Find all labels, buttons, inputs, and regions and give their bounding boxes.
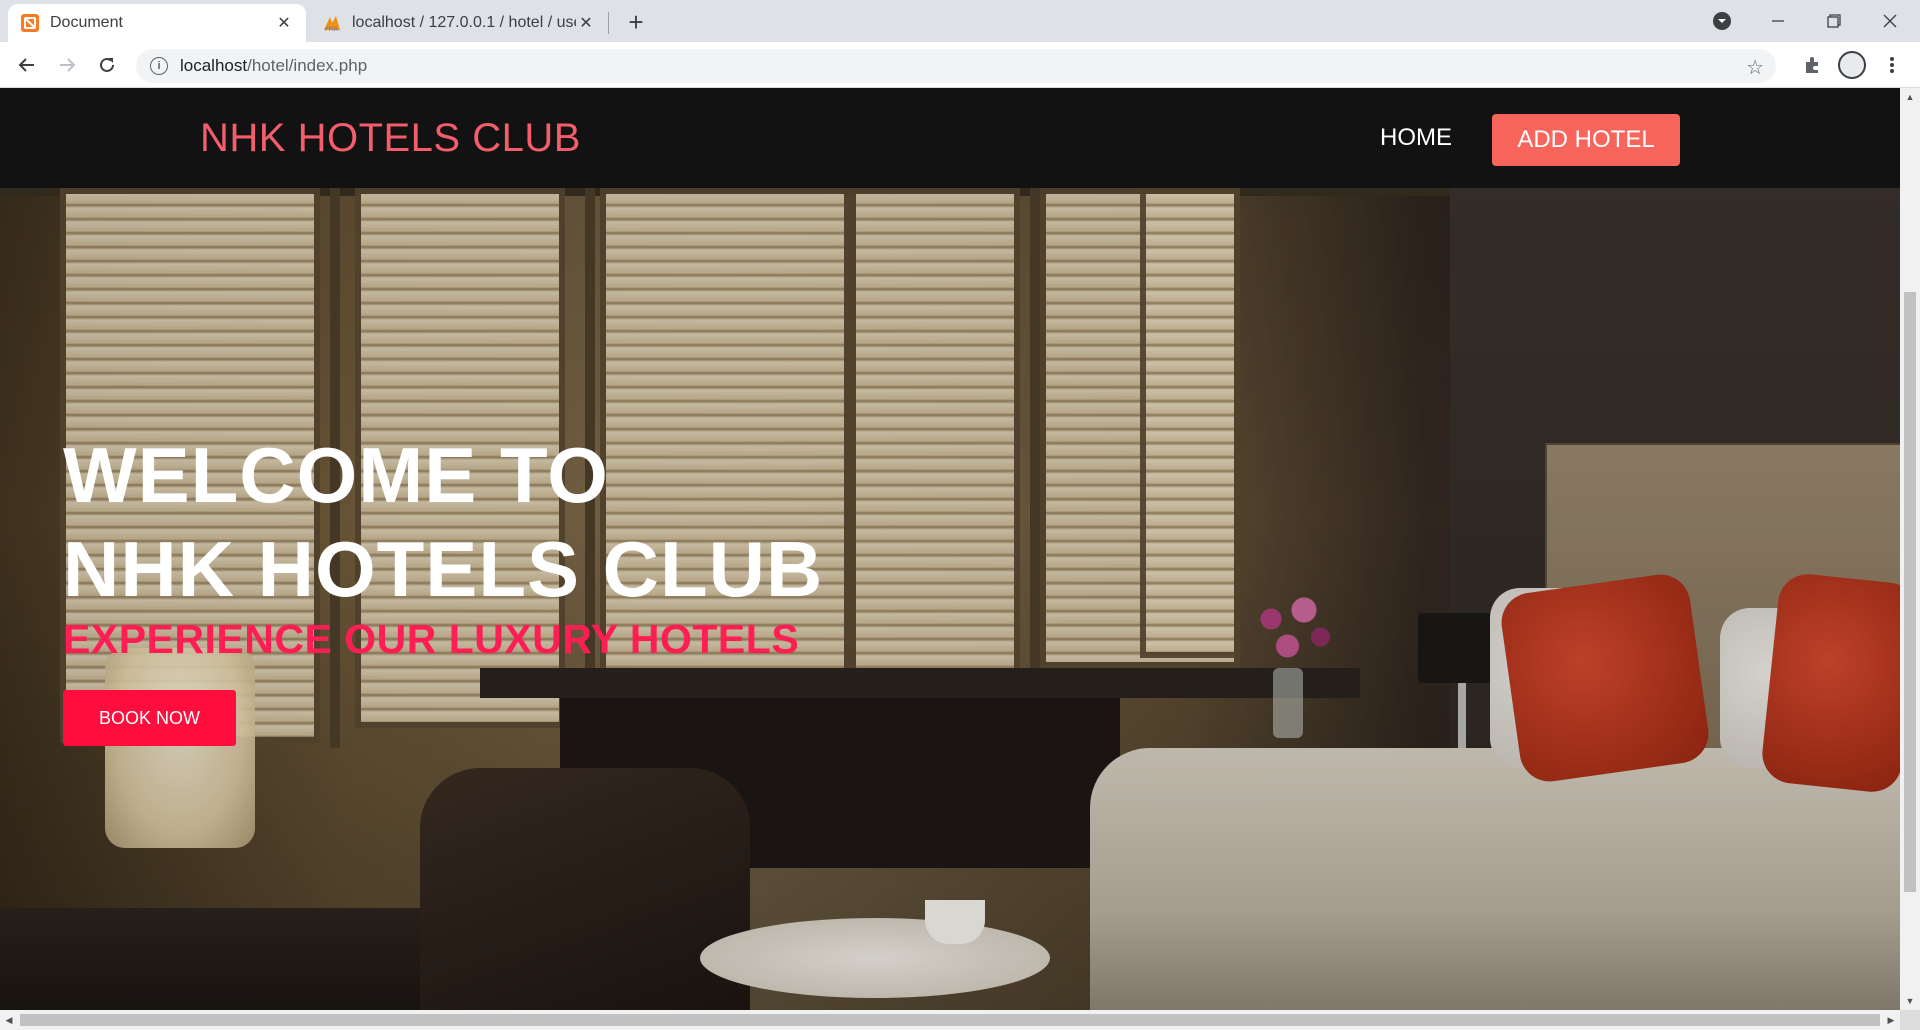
scrollbar-corner (1900, 1010, 1920, 1030)
svg-text:PMA: PMA (325, 26, 339, 32)
vertical-scroll-thumb[interactable] (1904, 292, 1916, 892)
tab-phpmyadmin[interactable]: PMA localhost / 127.0.0.1 / hotel / use … (310, 4, 608, 42)
menu-icon[interactable] (1877, 50, 1907, 80)
horizontal-scrollbar[interactable]: ◀ ▶ (0, 1010, 1900, 1030)
tab-separator (608, 12, 609, 34)
site-brand[interactable]: NHK HOTELS CLUB (200, 116, 581, 161)
hero-subtitle: EXPERIENCE OUR LUXURY HOTELS (63, 616, 800, 662)
profile-avatar[interactable] (1837, 50, 1867, 80)
url-path: /hotel/index.php (247, 56, 368, 75)
close-tab-icon[interactable]: ✕ (576, 13, 596, 33)
forward-icon[interactable] (52, 50, 82, 80)
hero-title: WELCOME TO NHK HOTELS CLUB (63, 428, 823, 616)
tab-title: Document (50, 14, 123, 31)
nav-home-link[interactable]: HOME (1380, 124, 1452, 152)
book-now-button[interactable]: BOOK NOW (63, 690, 236, 746)
scroll-right-icon[interactable]: ▶ (1882, 1010, 1900, 1030)
hero-title-line-1: WELCOME TO (63, 431, 609, 519)
add-hotel-button[interactable]: ADD HOTEL (1492, 114, 1680, 166)
browser-toolbar: i localhost/hotel/index.php ☆ (0, 42, 1920, 88)
tab-document[interactable]: Document ✕ (8, 4, 306, 42)
extensions-icon[interactable] (1797, 50, 1827, 80)
scroll-left-icon[interactable]: ◀ (0, 1010, 18, 1030)
phpmyadmin-icon: PMA (322, 13, 342, 33)
address-bar[interactable]: i localhost/hotel/index.php ☆ (136, 49, 1776, 83)
xampp-icon (20, 13, 40, 33)
close-tab-icon[interactable]: ✕ (274, 13, 294, 33)
back-icon[interactable] (12, 50, 42, 80)
scroll-up-icon[interactable]: ▲ (1900, 88, 1920, 106)
vertical-scrollbar[interactable]: ▲ ▼ (1900, 88, 1920, 1010)
scroll-down-icon[interactable]: ▼ (1900, 992, 1920, 1010)
restore-icon[interactable] (1806, 0, 1862, 42)
tab-title: localhost / 127.0.0.1 / hotel / use (352, 14, 576, 31)
site-info-icon[interactable]: i (150, 57, 168, 75)
bookmark-star-icon[interactable]: ☆ (1746, 55, 1764, 80)
page-viewport: NHK HOTELS CLUB HOME ADD HOTEL WELCOME T… (0, 88, 1900, 1010)
hero-title-line-2: NHK HOTELS CLUB (63, 525, 824, 613)
hero-section: WELCOME TO NHK HOTELS CLUB EXPERIENCE OU… (0, 188, 1900, 1010)
new-tab-button[interactable]: + (622, 7, 650, 37)
minimize-icon[interactable] (1750, 0, 1806, 42)
url-host: localhost (180, 56, 248, 75)
horizontal-scroll-thumb[interactable] (20, 1014, 1880, 1026)
browser-tab-strip: Document ✕ PMA localhost / 127.0.0.1 / h… (0, 0, 1920, 42)
site-navbar: NHK HOTELS CLUB HOME ADD HOTEL (0, 88, 1900, 188)
reload-icon[interactable] (92, 50, 122, 80)
tab-search-icon[interactable] (1694, 0, 1750, 42)
close-window-icon[interactable] (1862, 0, 1918, 42)
